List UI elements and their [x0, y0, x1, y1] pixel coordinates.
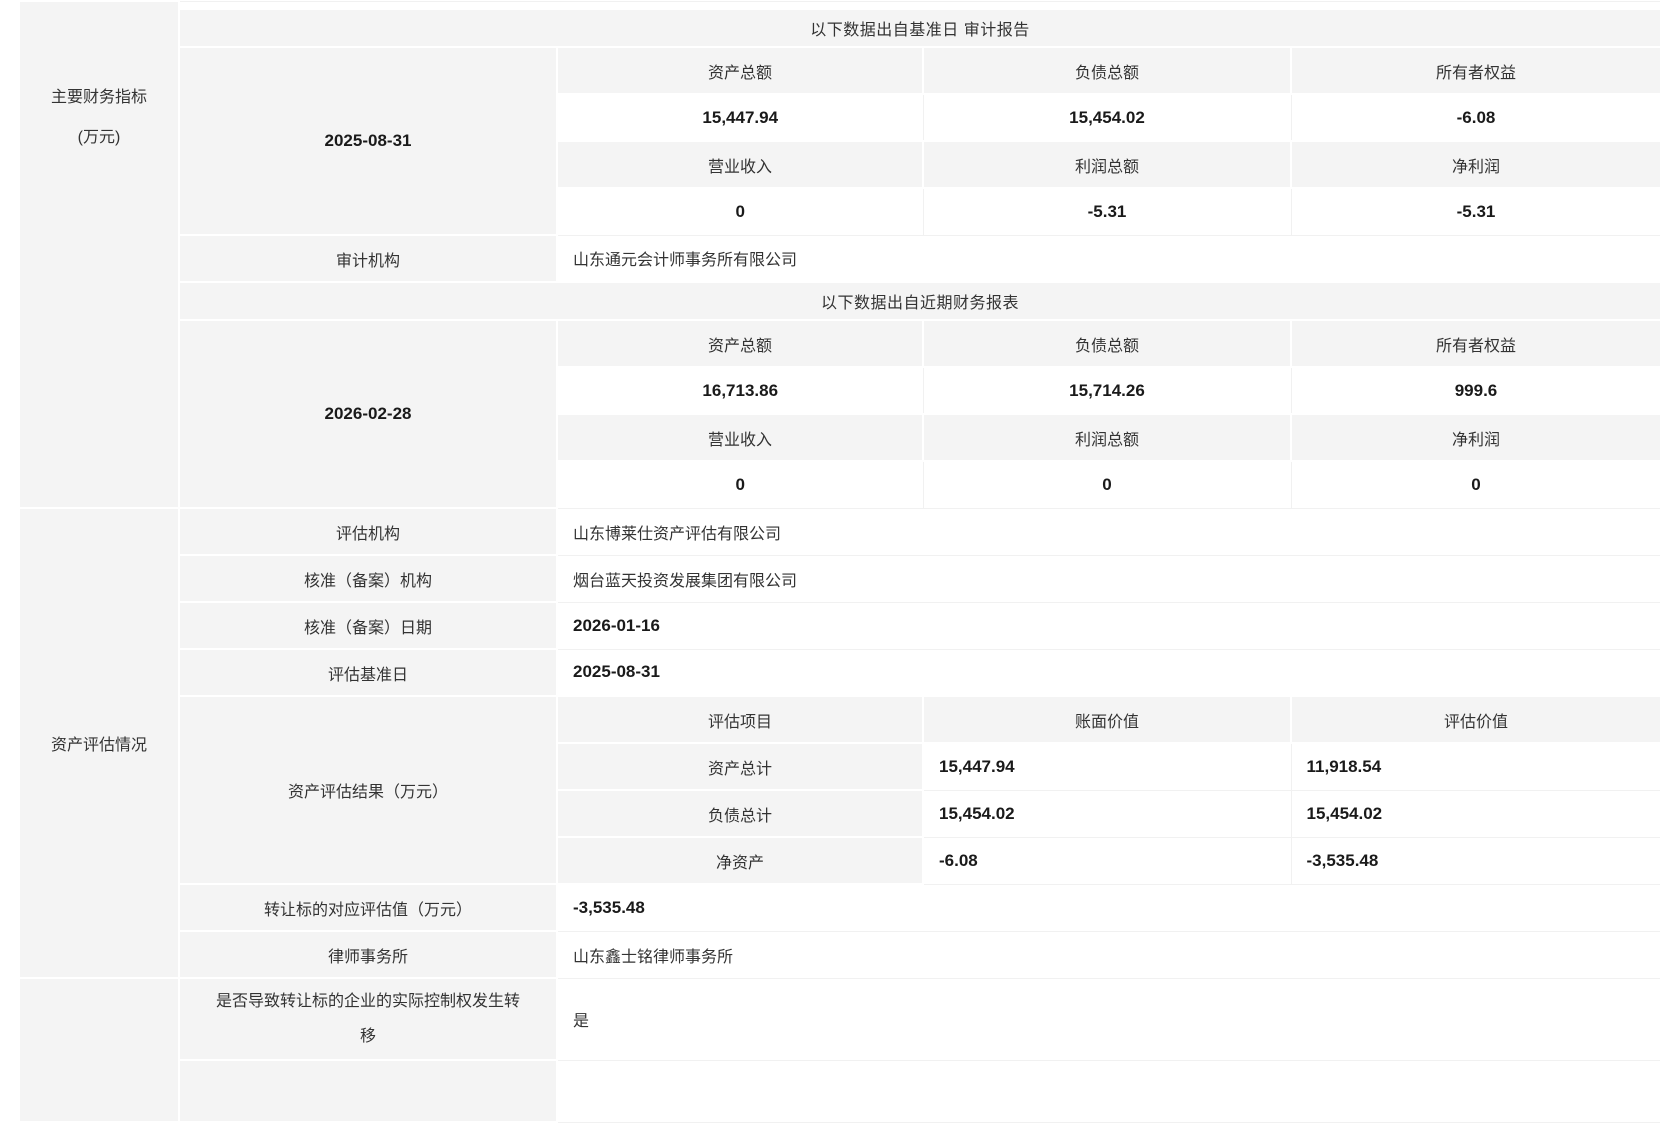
approval-agency-value: 烟台蓝天投资发展集团有限公司: [557, 555, 1660, 602]
transfer-target-assessed-value: -3,535.48: [557, 884, 1660, 931]
recent-total-assets-value: 16,713.86: [557, 367, 923, 414]
audit-net-profit-value: -5.31: [1291, 188, 1660, 235]
recent-operating-revenue-value: 0: [557, 461, 923, 508]
audit-agency-value: 山东通元会计师事务所有限公司: [557, 235, 1660, 282]
audit-total-assets-value: 15,447.94: [557, 94, 923, 141]
approval-date-label: 核准（备案）日期: [179, 602, 557, 649]
header-owner-equity: 所有者权益: [1291, 47, 1660, 94]
recent-total-liabilities-value: 15,714.26: [923, 367, 1291, 414]
audit-operating-revenue-value: 0: [557, 188, 923, 235]
row-label-net-assets: 净资产: [557, 837, 923, 884]
audit-total-liabilities-value: 15,454.02: [923, 94, 1291, 141]
header-total-profit: 利润总额: [923, 141, 1291, 188]
recent-net-profit-value: 0: [1291, 461, 1660, 508]
audit-agency-label: 审计机构: [179, 235, 557, 282]
group-asset-assessment: 资产评估情况: [19, 508, 179, 978]
total-liabilities-book-value: 15,454.02: [923, 790, 1291, 837]
row-label-total-assets: 资产总计: [557, 743, 923, 790]
law-firm-label: 律师事务所: [179, 931, 557, 978]
net-assets-book-value: -6.08: [923, 837, 1291, 884]
transfer-target-assessed-value-label: 转让标的对应评估值（万元）: [179, 884, 557, 931]
banner-recent-statements: 以下数据出自近期财务报表: [179, 282, 1660, 320]
group-next-section-cropped: [19, 978, 179, 1122]
header-total-assets: 资产总额: [557, 47, 923, 94]
header-net-profit: 净利润: [1291, 414, 1660, 461]
header-assessed-value: 评估价值: [1291, 696, 1660, 743]
row-label-total-liabilities: 负债总计: [557, 790, 923, 837]
audit-owner-equity-value: -6.08: [1291, 94, 1660, 141]
net-assets-assessed-value: -3,535.48: [1291, 837, 1660, 884]
bottom-cropped-label-cell: [179, 1060, 557, 1122]
audit-total-profit-value: -5.31: [923, 188, 1291, 235]
control-transfer-value: 是: [557, 978, 1660, 1060]
bottom-cropped-value-cell: [557, 1060, 1660, 1122]
recent-statement-date: 2026-02-28: [179, 320, 557, 508]
financial-indicators-table-wrap: 主要财务指标 (万元) 以下数据出自基准日 审计报告 2025-08-31 资产…: [18, 0, 1660, 1123]
control-transfer-label: 是否导致转让标的企业的实际控制权发生转移: [179, 978, 557, 1060]
approval-agency-label: 核准（备案）机构: [179, 555, 557, 602]
header-operating-revenue: 营业收入: [557, 414, 923, 461]
header-book-value: 账面价值: [923, 696, 1291, 743]
top-cropped-row: [179, 1, 1660, 9]
total-assets-book-value: 15,447.94: [923, 743, 1291, 790]
header-total-assets: 资产总额: [557, 320, 923, 367]
group-main-financial-indicators-line1: 主要财务指标: [20, 78, 178, 118]
assessment-base-date-label: 评估基准日: [179, 649, 557, 696]
law-firm-value: 山东鑫士铭律师事务所: [557, 931, 1660, 978]
group-main-financial-indicators: 主要财务指标 (万元): [19, 1, 179, 508]
recent-total-profit-value: 0: [923, 461, 1291, 508]
banner-audit-report: 以下数据出自基准日 审计报告: [179, 9, 1660, 47]
group-main-financial-indicators-line2: (万元): [20, 118, 178, 158]
audit-base-date: 2025-08-31: [179, 47, 557, 235]
header-total-liabilities: 负债总额: [923, 47, 1291, 94]
financial-indicators-table: 主要财务指标 (万元) 以下数据出自基准日 审计报告 2025-08-31 资产…: [18, 0, 1660, 1123]
assessment-base-date-value: 2025-08-31: [557, 649, 1660, 696]
total-liabilities-assessed-value: 15,454.02: [1291, 790, 1660, 837]
header-net-profit: 净利润: [1291, 141, 1660, 188]
header-total-profit: 利润总额: [923, 414, 1291, 461]
assessment-agency-label: 评估机构: [179, 508, 557, 555]
approval-date-value: 2026-01-16: [557, 602, 1660, 649]
assessment-result-label: 资产评估结果（万元）: [179, 696, 557, 884]
assessment-agency-value: 山东博莱仕资产评估有限公司: [557, 508, 1660, 555]
header-total-liabilities: 负债总额: [923, 320, 1291, 367]
recent-owner-equity-value: 999.6: [1291, 367, 1660, 414]
header-assessment-item: 评估项目: [557, 696, 923, 743]
total-assets-assessed-value: 11,918.54: [1291, 743, 1660, 790]
header-owner-equity: 所有者权益: [1291, 320, 1660, 367]
header-operating-revenue: 营业收入: [557, 141, 923, 188]
